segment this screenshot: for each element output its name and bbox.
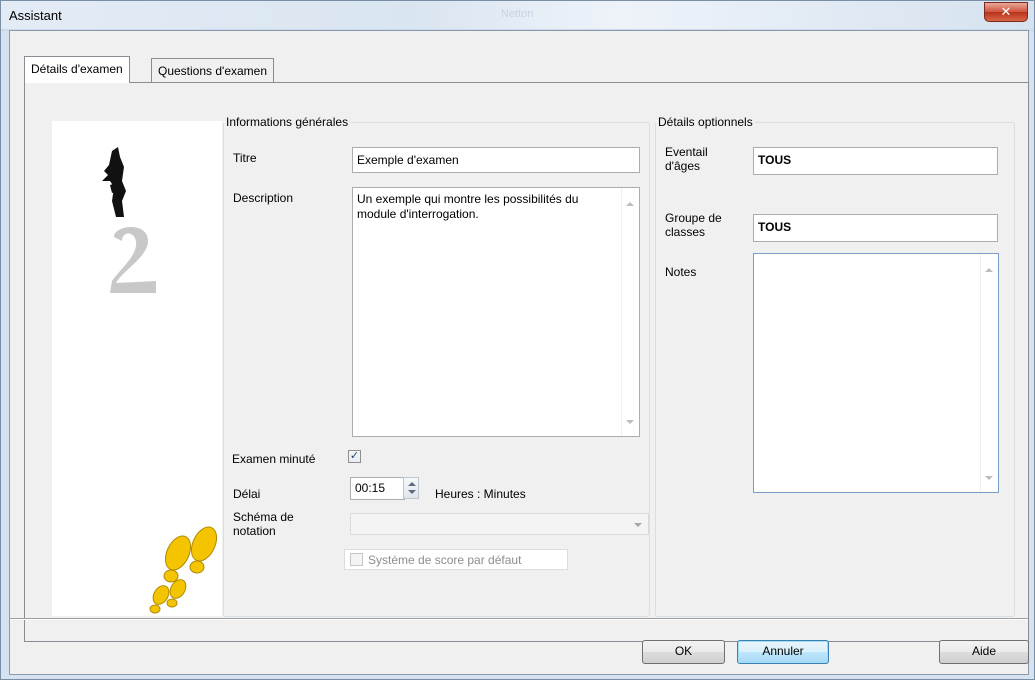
close-button[interactable]: ✕ [984,2,1028,22]
scoring-label-line1: Schéma de [233,510,294,524]
default-score-label: Système de score par défaut [368,553,522,567]
wizard-illustration [52,121,222,616]
tab-panel-details: Informations générales Titre Exemple d'e… [24,82,1029,642]
ok-button[interactable]: OK [642,640,725,664]
class-group-label-line2: classes [665,225,706,239]
class-group-label-line1: Groupe de [665,211,722,225]
step-one-icon [102,147,126,217]
window-title: Assistant [9,8,62,23]
title-bar[interactable]: Assistant Netton ✕ [1,1,1034,29]
optional-details-legend: Détails optionnels [658,115,753,129]
notes-field[interactable] [753,253,999,493]
scroll-down-icon[interactable] [626,420,634,424]
delay-spinner[interactable] [403,477,419,499]
description-text: Un exemple qui montre les possibilités d… [357,192,579,221]
scroll-up-icon[interactable] [985,268,993,272]
cancel-button[interactable]: Annuler [737,640,829,664]
description-scrollbar[interactable] [621,188,639,436]
age-range-field[interactable]: TOUS [753,147,998,175]
spin-up-icon[interactable] [408,482,416,486]
dialog-client: Détails d'examen Questions d'examen Info… [9,30,1029,675]
tab-details[interactable]: Détails d'examen [24,56,130,83]
age-range-label-line1: Eventail [665,145,708,159]
timed-exam-checkbox[interactable]: ✓ [348,450,361,463]
default-score-checkbox[interactable] [350,553,363,566]
scoring-label-line2: notation [233,524,276,538]
delay-units-label: Heures : Minutes [435,487,526,501]
delay-field[interactable]: 00:15 [350,477,405,500]
wizard-art [102,147,218,614]
footprints-icon [149,526,218,614]
chevron-down-icon[interactable] [634,523,642,527]
check-icon: ✓ [349,450,360,462]
description-field[interactable]: Un exemple qui montre les possibilités d… [352,187,640,437]
help-button[interactable]: Aide [939,640,1029,664]
notes-scrollbar[interactable] [980,254,998,492]
scroll-up-icon[interactable] [626,202,634,206]
general-info-legend: Informations générales [226,115,349,129]
spin-down-icon[interactable] [408,490,416,494]
tab-questions[interactable]: Questions d'examen [151,58,275,82]
title-label: Titre [233,151,257,165]
blurred-title: Netton [501,8,534,20]
step-two-icon [110,227,156,293]
scroll-down-icon[interactable] [985,476,993,480]
footer-separator [10,618,1028,620]
assistant-window: Assistant Netton ✕ Détails d'examen Ques… [0,0,1035,680]
scoring-scheme-select[interactable] [350,513,649,535]
timed-exam-label: Examen minuté [232,452,316,466]
class-group-field[interactable]: TOUS [753,214,998,242]
delay-label: Délai [233,487,261,501]
title-field[interactable]: Exemple d'examen [352,147,640,173]
notes-label: Notes [665,265,697,279]
description-label: Description [233,191,294,205]
age-range-label-line2: d'âges [665,159,700,173]
close-icon: ✕ [1000,4,1012,19]
